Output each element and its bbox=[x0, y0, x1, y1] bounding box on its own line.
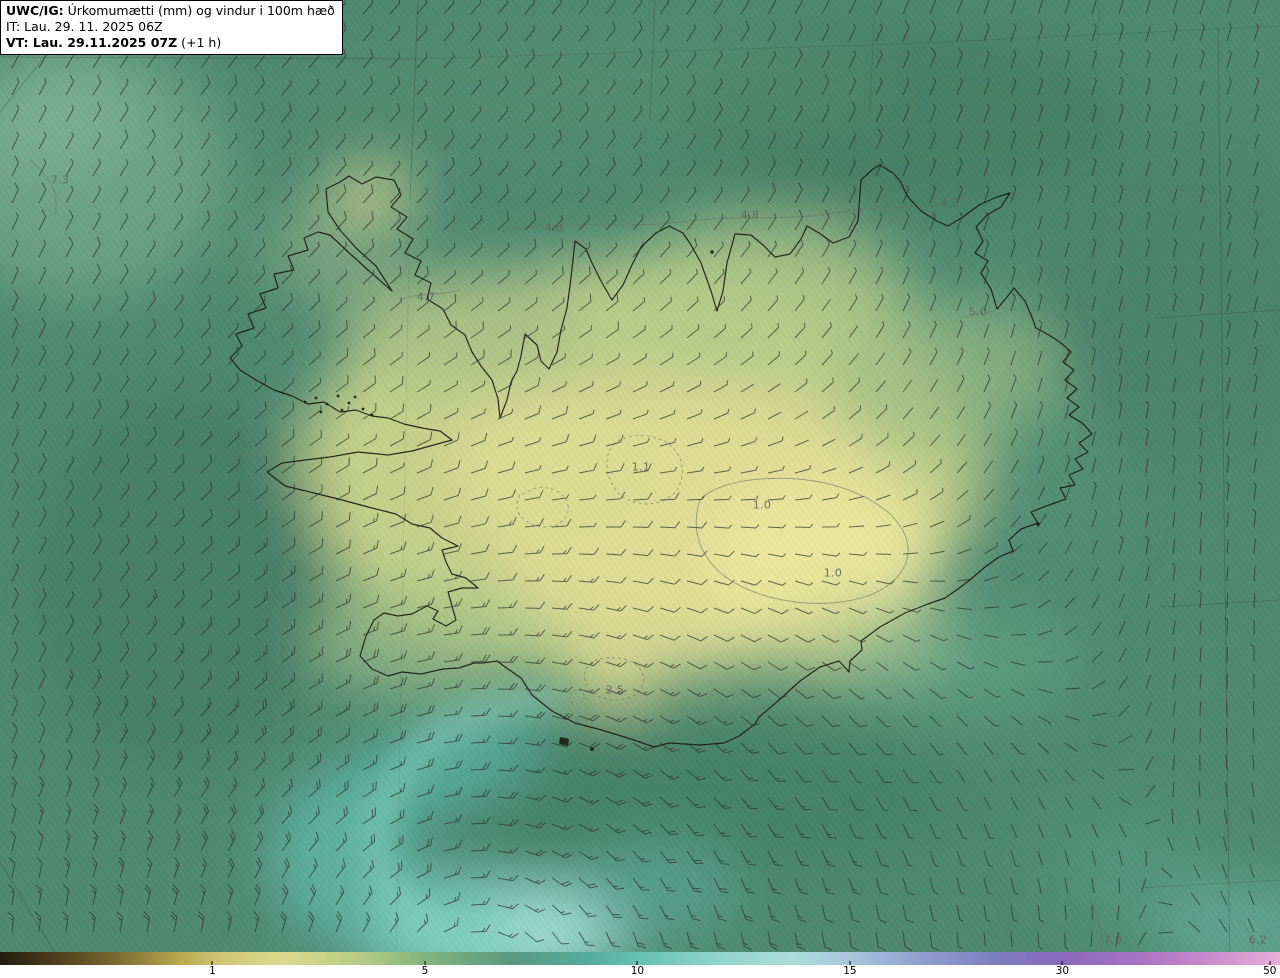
wind-barb bbox=[1253, 592, 1256, 609]
init-time: IT: Lau. 29. 11. 2025 06Z bbox=[6, 18, 163, 34]
colorbar-tick-label: 1 bbox=[209, 965, 216, 977]
colorbar-tick-label: 5 bbox=[421, 965, 429, 977]
valid-time: VT: Lau. 29.11.2025 07Z (+1 h) bbox=[6, 34, 222, 50]
colorbar-labels: 1 5 10 15 30 50 bbox=[0, 961, 1280, 978]
colorbar-tick-label: 50 bbox=[1263, 965, 1277, 977]
map-title-box: UWC/IG: Úrkomumætti (mm) og vindur i 100… bbox=[0, 0, 343, 55]
weather-map-viewport: 7.3 4.8 4.8 4.8 4.7 5.0 1.1 1.0 1.0 2.5 7.0 6.2 UWC… bbox=[0, 0, 1280, 978]
wind-barb bbox=[1225, 727, 1228, 744]
wind-barb bbox=[1118, 768, 1135, 771]
precipitation-wind-map bbox=[0, 0, 1280, 952]
colorbar-tick-label: 15 bbox=[843, 965, 857, 977]
wind-barb bbox=[1226, 592, 1229, 609]
colorbar-tick-label: 10 bbox=[630, 965, 645, 977]
colorbar-gradient bbox=[0, 952, 1280, 965]
wind-barb bbox=[1252, 700, 1255, 717]
precipitation-colorbar: 1 5 10 15 30 50 bbox=[0, 952, 1280, 978]
map-title: UWC/IG: Úrkomumætti (mm) og vindur i 100… bbox=[6, 3, 335, 18]
colorbar-tick-label: 30 bbox=[1055, 965, 1070, 977]
wind-barb bbox=[1118, 877, 1121, 894]
